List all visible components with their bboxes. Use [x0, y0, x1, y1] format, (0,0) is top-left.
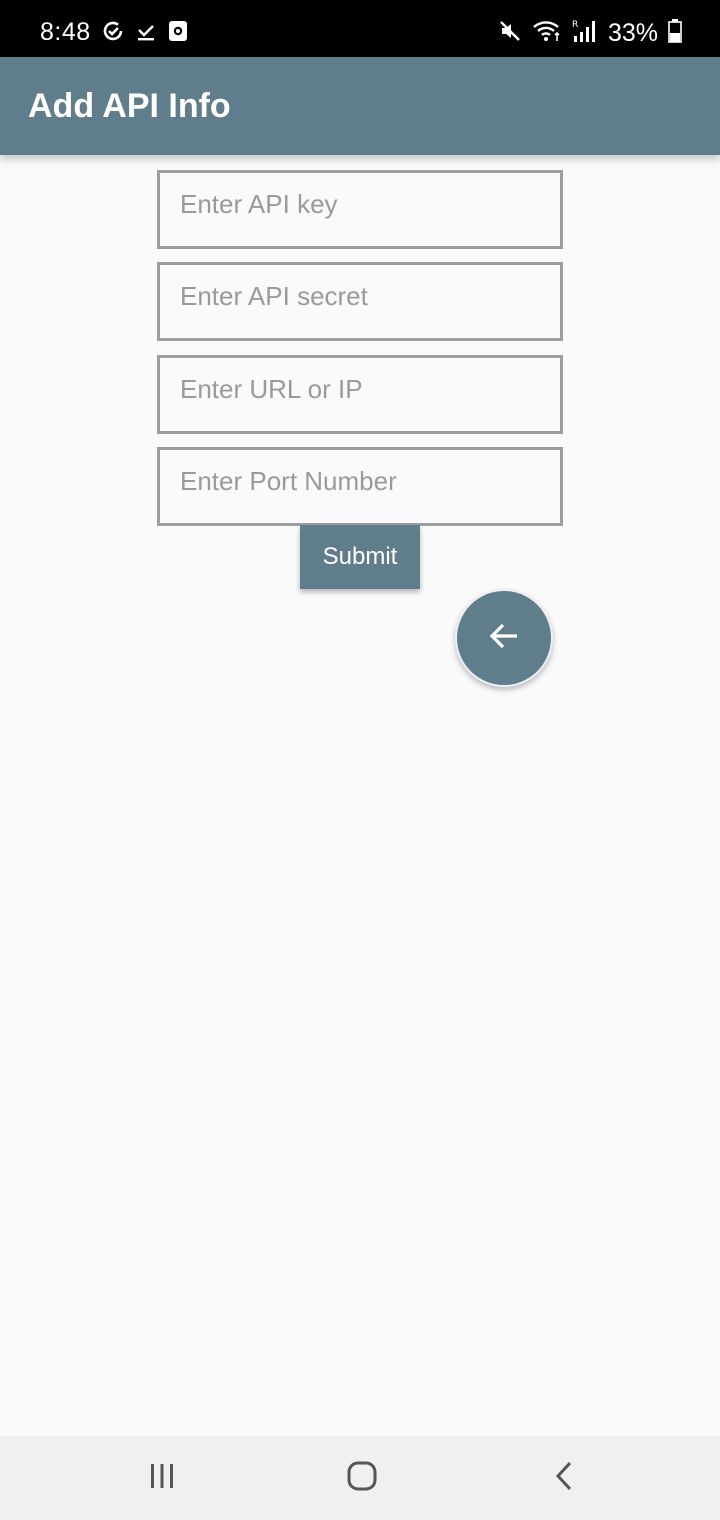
api-key-input[interactable]: [157, 170, 563, 249]
navigation-bar: [0, 1436, 720, 1520]
back-fab-button[interactable]: [455, 589, 553, 687]
url-input[interactable]: [157, 355, 563, 434]
back-button[interactable]: [542, 1456, 586, 1500]
api-secret-input[interactable]: [157, 262, 563, 341]
sync-check-icon: [102, 20, 124, 47]
home-button[interactable]: [340, 1456, 384, 1500]
battery-percentage: 33%: [607, 19, 658, 47]
page-title: Add API Info: [28, 87, 231, 125]
status-time: 8:48: [40, 18, 91, 46]
arrow-back-icon: [487, 619, 521, 658]
recents-button[interactable]: [140, 1456, 184, 1500]
app-bar: Add API Info: [0, 57, 720, 155]
svg-text:R: R: [572, 20, 578, 30]
port-input[interactable]: [157, 447, 563, 526]
submit-button[interactable]: Submit: [300, 525, 420, 589]
signal-icon: R: [572, 18, 598, 49]
mute-icon: [498, 19, 522, 48]
wifi-icon: [532, 19, 562, 48]
recents-icon: [147, 1462, 177, 1495]
home-icon: [346, 1460, 378, 1497]
download-done-icon: [136, 21, 156, 46]
back-icon: [552, 1461, 576, 1496]
battery-icon: [668, 19, 682, 48]
screenshot-app-icon: [168, 20, 188, 47]
status-bar: 8:48 R 33%: [0, 0, 720, 57]
